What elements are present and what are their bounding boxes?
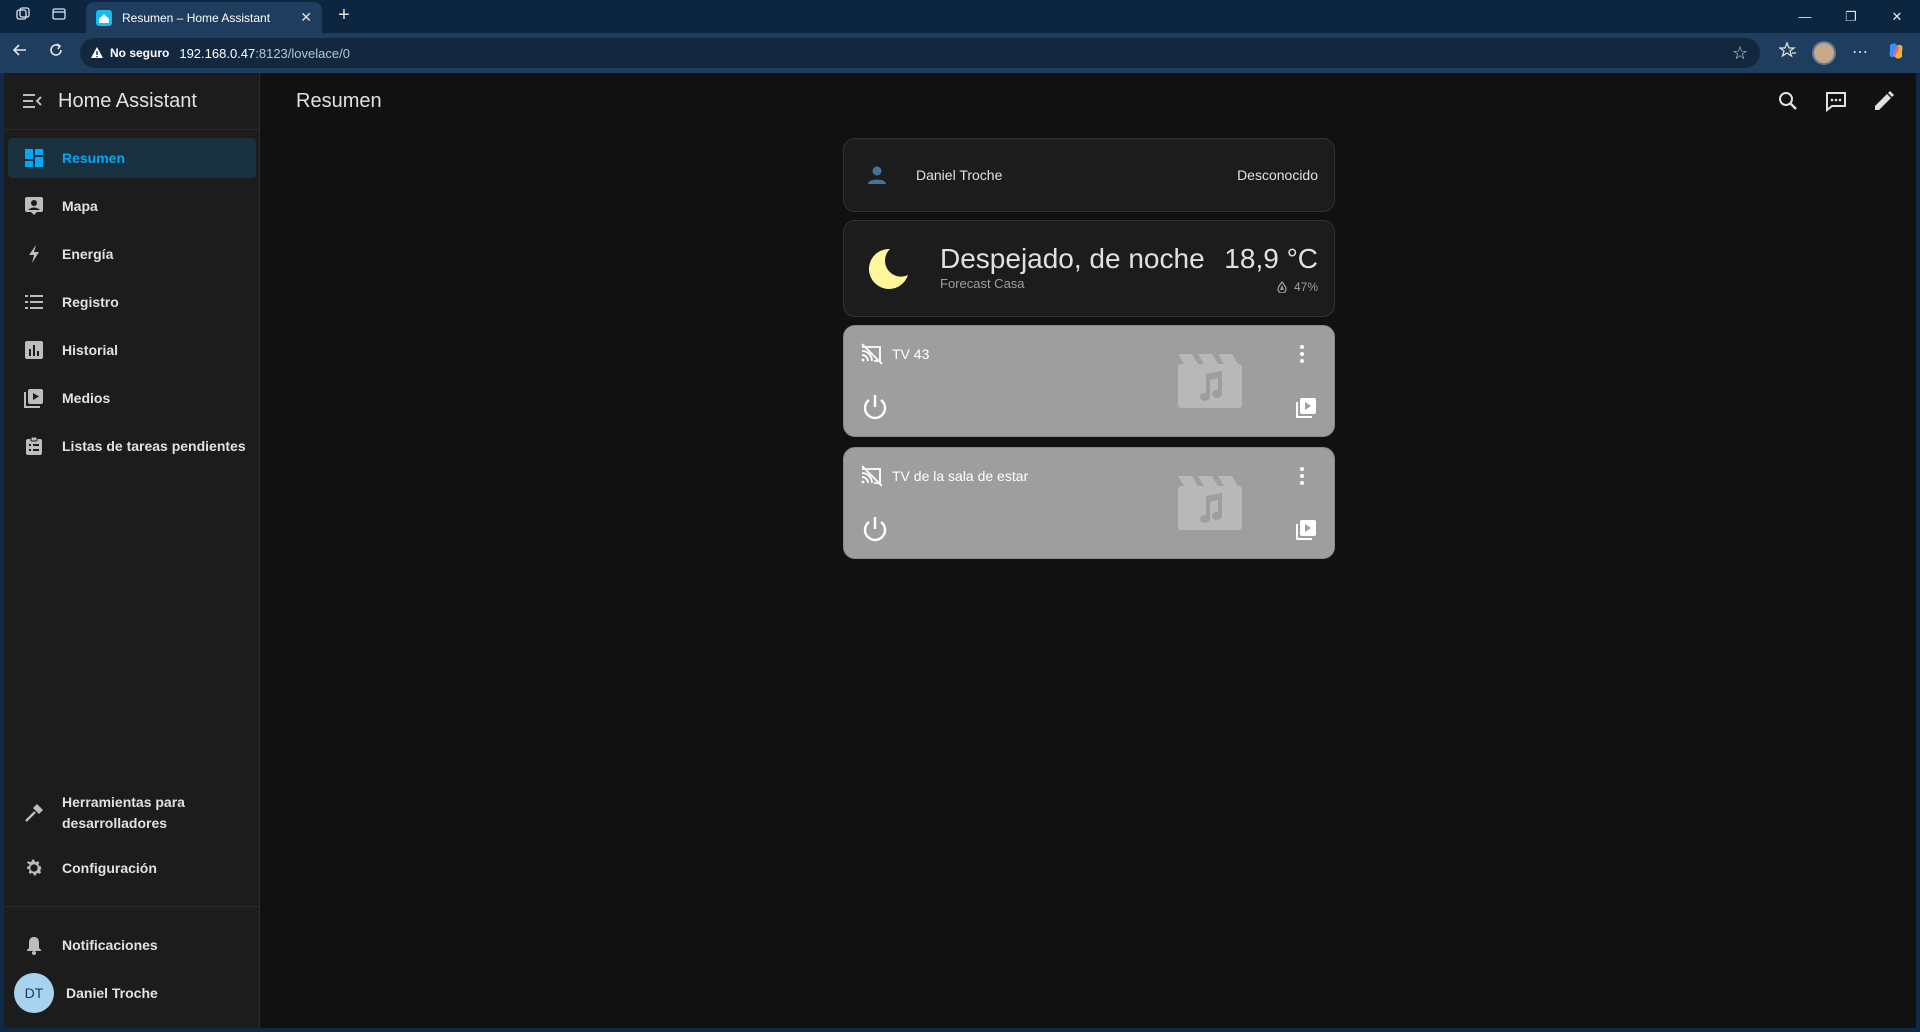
sidebar-item-label: Notificaciones xyxy=(62,937,158,953)
browser-tab-bar: Resumen – Home Assistant ✕ + — ❐ ✕ xyxy=(0,0,1920,33)
sidebar-item-user[interactable]: DT Daniel Troche xyxy=(8,973,256,1013)
water-drop-icon xyxy=(1277,281,1287,293)
media-player-name: TV 43 xyxy=(892,346,930,362)
sidebar-item-label: Configuración xyxy=(62,860,157,876)
more-menu-icon[interactable]: ⋯ xyxy=(1848,41,1872,65)
sidebar-item-medios[interactable]: Medios xyxy=(8,378,256,418)
home-assistant-favicon-icon xyxy=(96,9,112,26)
lightning-icon xyxy=(22,242,46,266)
url-input[interactable]: No seguro 192.168.0.47:8123/lovelace/0 ☆ xyxy=(80,38,1760,68)
list-icon xyxy=(22,290,46,314)
cast-off-icon xyxy=(861,465,883,487)
person-name: Daniel Troche xyxy=(916,167,1003,183)
sidebar-item-configuracion[interactable]: Configuración xyxy=(8,848,256,888)
dev-tools-label-line2: desarrolladores xyxy=(62,815,168,831)
movie-music-icon xyxy=(1178,354,1242,408)
edit-pencil-icon[interactable] xyxy=(1872,89,1896,113)
search-icon[interactable] xyxy=(1776,89,1800,113)
sidebar-title: Home Assistant xyxy=(58,89,197,112)
home-assistant-app: Home Assistant Resumen Mapa Energía Regi… xyxy=(4,73,1916,1028)
sidebar-item-label: Historial xyxy=(62,342,119,358)
sidebar-item-label: Mapa xyxy=(62,198,98,214)
weather-humidity: 47% xyxy=(1276,280,1318,294)
tab-actions-icon[interactable] xyxy=(48,6,70,28)
map-icon xyxy=(22,194,46,218)
gear-icon xyxy=(22,856,46,880)
browse-media-icon[interactable] xyxy=(1294,396,1318,420)
sidebar-item-label: Medios xyxy=(62,390,111,406)
restore-icon[interactable]: ❐ xyxy=(1828,4,1874,30)
dev-tools-label-line1: Herramientas para xyxy=(62,794,185,810)
sidebar-divider xyxy=(4,906,260,907)
more-vertical-icon[interactable] xyxy=(1290,464,1314,488)
sidebar: Home Assistant Resumen Mapa Energía Regi… xyxy=(4,73,260,1028)
browser-address-bar: No seguro 192.168.0.47:8123/lovelace/0 ☆… xyxy=(0,33,1920,73)
chart-icon xyxy=(22,338,46,362)
workspaces-icon[interactable] xyxy=(12,6,34,28)
back-icon[interactable] xyxy=(8,41,32,65)
person-icon xyxy=(868,166,886,184)
main-header: Resumen xyxy=(260,73,1916,130)
weather-entity-name: Forecast Casa xyxy=(940,276,1025,291)
sidebar-item-resumen[interactable]: Resumen xyxy=(8,138,256,178)
tab-title: Resumen – Home Assistant xyxy=(122,10,271,25)
browser-tab[interactable]: Resumen – Home Assistant ✕ xyxy=(86,2,322,33)
favorites-icon[interactable] xyxy=(1776,41,1800,65)
minimize-icon[interactable]: — xyxy=(1782,4,1828,30)
humidity-value: 47% xyxy=(1293,280,1318,294)
tab-close-icon[interactable]: ✕ xyxy=(300,9,312,26)
clipboard-icon xyxy=(22,434,46,458)
moon-icon xyxy=(868,248,908,289)
dashboard-icon xyxy=(22,146,46,170)
power-icon[interactable] xyxy=(860,514,890,544)
reload-icon[interactable] xyxy=(44,41,68,65)
profile-avatar[interactable] xyxy=(1812,41,1836,65)
person-card[interactable]: Daniel Troche Desconocido xyxy=(843,138,1335,212)
weather-card[interactable]: Despejado, de noche Forecast Casa 18,9 °… xyxy=(843,220,1335,317)
bell-icon xyxy=(22,933,46,957)
sidebar-item-label: Energía xyxy=(62,246,114,262)
browse-media-icon[interactable] xyxy=(1294,518,1318,542)
media-player-card[interactable]: TV de la sala de estar xyxy=(843,447,1335,559)
sidebar-item-historial[interactable]: Historial xyxy=(8,330,256,370)
more-vertical-icon[interactable] xyxy=(1290,342,1314,366)
close-window-icon[interactable]: ✕ xyxy=(1874,4,1920,30)
sidebar-item-listas[interactable]: Listas de tareas pendientes xyxy=(8,426,256,466)
sidebar-item-label: Resumen xyxy=(62,150,126,166)
cast-off-icon xyxy=(861,343,883,365)
person-state: Desconocido xyxy=(1237,167,1318,183)
media-player-card[interactable]: TV 43 xyxy=(843,325,1335,437)
sidebar-item-mapa[interactable]: Mapa xyxy=(8,186,256,226)
security-label[interactable]: No seguro xyxy=(110,46,169,60)
power-icon[interactable] xyxy=(860,392,890,422)
page-title: Resumen xyxy=(296,90,382,112)
assist-icon[interactable] xyxy=(1824,89,1848,113)
media-icon xyxy=(22,386,46,410)
sidebar-item-label: Herramientas para desarrolladores xyxy=(62,792,185,834)
url-path: :8123/lovelace/0 xyxy=(255,45,350,61)
sidebar-item-label: Registro xyxy=(62,294,119,310)
new-tab-icon[interactable]: + xyxy=(332,4,356,27)
avatar: DT xyxy=(14,973,54,1013)
copilot-icon[interactable] xyxy=(1884,41,1908,65)
sidebar-item-label: Listas de tareas pendientes xyxy=(62,438,246,454)
sidebar-item-developer-tools[interactable]: Herramientas para desarrolladores xyxy=(8,789,256,837)
favorite-star-icon[interactable]: ☆ xyxy=(1732,43,1748,64)
weather-condition: Despejado, de noche xyxy=(940,243,1205,274)
sidebar-header: Home Assistant xyxy=(4,73,259,130)
url-host: 192.168.0.47 xyxy=(179,45,256,61)
hammer-icon xyxy=(22,801,46,825)
sidebar-item-energia[interactable]: Energía xyxy=(8,234,256,274)
movie-music-icon xyxy=(1178,476,1242,530)
sidebar-item-notificaciones[interactable]: Notificaciones xyxy=(8,925,256,965)
menu-collapse-icon[interactable] xyxy=(20,89,44,113)
weather-temperature: 18,9 °C xyxy=(1224,243,1318,274)
warning-icon xyxy=(91,47,103,58)
sidebar-item-label: Daniel Troche xyxy=(66,985,158,1001)
media-player-name: TV de la sala de estar xyxy=(892,468,1029,484)
sidebar-item-registro[interactable]: Registro xyxy=(8,282,256,322)
